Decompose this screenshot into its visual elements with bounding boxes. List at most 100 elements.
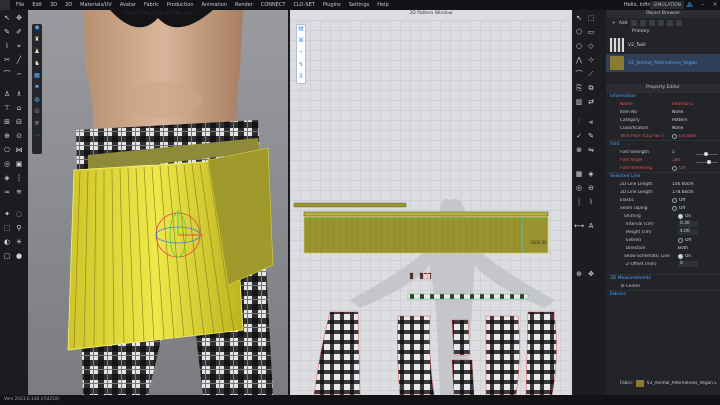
pleat-tool-icon[interactable]: ≋ bbox=[14, 188, 24, 197]
2d-pattern-window[interactable]: 1000.00 2D Pattern Window ▤ ⌘ ⑂ ↯ ⊼ bbox=[290, 10, 572, 395]
render-view-icon[interactable]: ☼ bbox=[32, 120, 42, 132]
menu-edit[interactable]: Edit bbox=[28, 2, 46, 8]
topstitch-tool-icon[interactable]: ┆ bbox=[14, 174, 24, 183]
rectangle-icon[interactable]: ▭ bbox=[586, 28, 596, 37]
buttonhole-icon[interactable]: ⊖ bbox=[586, 184, 596, 193]
snapshot-tool-icon[interactable]: ▢ bbox=[2, 252, 12, 261]
sort-icon[interactable] bbox=[657, 20, 664, 26]
menu-2d[interactable]: 2D bbox=[61, 2, 76, 8]
list-view-icon[interactable] bbox=[666, 20, 673, 26]
prop-classification[interactable]: Classification None bbox=[606, 124, 720, 132]
3d-viewport[interactable]: ColossClass_AddingPleats.zprj ◉ ♜ ♟ ♞ ▦ … bbox=[28, 10, 288, 395]
prop-tech-pack[interactable]: Tech Pack (CLO-SET) Exclude bbox=[606, 132, 720, 140]
edit-sewing-icon[interactable]: ✎ bbox=[586, 132, 596, 141]
add-button[interactable]: Add bbox=[619, 21, 628, 26]
camera-tool-icon[interactable]: ◐ bbox=[2, 238, 12, 247]
menu-help[interactable]: Help bbox=[373, 2, 392, 8]
move-tool-icon[interactable]: ✥ bbox=[14, 14, 24, 23]
measure-2d-icon[interactable]: ⟷ bbox=[574, 222, 584, 231]
prop-interval[interactable]: Interval (cm) 0.30 bbox=[606, 220, 720, 228]
dart-icon[interactable]: ⋀ bbox=[574, 56, 584, 65]
prop-fold-rendering[interactable]: Fold Rendering Off bbox=[606, 164, 720, 172]
prop-item-no[interactable]: Item No None bbox=[606, 108, 720, 116]
fold-strength-slider[interactable] bbox=[696, 152, 718, 156]
graphic-2d-icon[interactable]: ◈ bbox=[586, 170, 596, 179]
menu-settings[interactable]: Settings bbox=[345, 2, 374, 8]
grid-view-icon[interactable] bbox=[675, 20, 682, 26]
notch-icon[interactable]: ⊼ bbox=[297, 73, 305, 85]
prop-fold-angle[interactable]: Fold Angle 180 bbox=[606, 156, 720, 164]
seam-tool-icon[interactable]: ∽ bbox=[14, 70, 24, 79]
toggle-icon[interactable] bbox=[678, 253, 683, 259]
menu-avatar[interactable]: Avatar bbox=[116, 2, 140, 8]
menu-fabric[interactable]: Fabric bbox=[140, 2, 163, 8]
section-fabrics[interactable]: Fabrics bbox=[606, 290, 720, 298]
direction-select[interactable]: Both bbox=[678, 246, 704, 251]
puckering-tool-icon[interactable]: ≈ bbox=[2, 188, 12, 197]
body-view-icon[interactable]: ♞ bbox=[32, 60, 42, 72]
sculpt-tool-icon[interactable]: ✦ bbox=[2, 210, 12, 219]
filter-icon[interactable] bbox=[648, 20, 655, 26]
prop-extend[interactable]: Extend Off bbox=[606, 236, 720, 244]
tape-tool-icon[interactable]: ⊟ bbox=[14, 118, 24, 127]
prop-fabric[interactable]: Fabric V2_Animal_Alternatives_Vegan Le bbox=[606, 378, 720, 388]
section-selected-line[interactable]: Selected Line bbox=[606, 172, 720, 180]
offset-icon[interactable]: ⧉ bbox=[586, 84, 596, 93]
graphic-tool-icon[interactable]: ▣ bbox=[14, 160, 24, 169]
texture-tool-icon[interactable]: ◈ bbox=[2, 174, 12, 183]
hanger-tool-icon[interactable]: ⌂ bbox=[14, 104, 24, 113]
toggle-icon[interactable] bbox=[672, 197, 677, 203]
texture-view-icon[interactable]: ▦ bbox=[32, 72, 42, 84]
sewing-tool-icon[interactable]: ⌒ bbox=[2, 70, 12, 79]
pleat-pattern[interactable] bbox=[303, 211, 549, 254]
zipper-tool-icon[interactable]: ⋈ bbox=[14, 146, 24, 155]
ruler-tool-icon[interactable]: ⊞ bbox=[2, 118, 12, 127]
seam-allowance-icon[interactable]: ▥ bbox=[574, 98, 584, 107]
trim-tool-icon[interactable]: ⎔ bbox=[2, 146, 12, 155]
menu-render[interactable]: Render bbox=[231, 2, 257, 8]
tack-tool-icon[interactable]: ⌖ bbox=[14, 42, 24, 51]
gauge-view-icon[interactable]: ◍ bbox=[32, 96, 42, 108]
add-icon[interactable]: + bbox=[612, 21, 616, 26]
belt-pattern[interactable] bbox=[293, 202, 407, 208]
lasso-tool-icon[interactable]: ◌ bbox=[14, 210, 24, 219]
prop-category[interactable]: Category Pattern bbox=[606, 116, 720, 124]
prop-height[interactable]: Height (cm) 4.00 bbox=[606, 228, 720, 236]
trace-icon[interactable]: ⎘ bbox=[574, 84, 584, 93]
point-tool-icon[interactable]: ⊙ bbox=[14, 132, 24, 141]
prop-z-offset[interactable]: Z-Offset (mm) 0 bbox=[606, 260, 720, 268]
line-tool-icon[interactable]: ╱ bbox=[14, 56, 24, 65]
pin-tool-icon[interactable]: ✎ bbox=[2, 28, 12, 37]
grain-icon[interactable]: ↯ bbox=[297, 61, 305, 73]
toggle-icon[interactable] bbox=[678, 213, 683, 219]
symmetry-icon[interactable]: ⇋ bbox=[586, 146, 596, 155]
free-sewing-icon[interactable]: ⫷ bbox=[586, 118, 596, 127]
point-add-icon[interactable]: ⊹ bbox=[586, 56, 596, 65]
primary-label[interactable]: Primary bbox=[606, 28, 720, 36]
menu-production[interactable]: Production bbox=[163, 2, 198, 8]
prop-to-center[interactable]: To Center bbox=[606, 282, 720, 290]
sewing-view-icon[interactable]: ⌘ bbox=[297, 37, 305, 49]
avatar-view-icon[interactable]: ♟ bbox=[32, 48, 42, 60]
slash-icon[interactable]: ⟋ bbox=[586, 70, 596, 79]
toggle-icon[interactable] bbox=[672, 165, 677, 171]
pose-tool-icon[interactable]: ⚲ bbox=[14, 224, 24, 233]
fold-arrange-icon[interactable]: ⇄ bbox=[586, 98, 596, 107]
record-tool-icon[interactable]: ● bbox=[14, 252, 24, 261]
fold-tool-icon[interactable]: ⌇ bbox=[2, 42, 12, 51]
fabric-select[interactable]: V2_Animal_Alternatives_Vegan Le bbox=[647, 381, 717, 386]
menu-closet[interactable]: CLO-SET bbox=[289, 2, 318, 8]
pan-icon[interactable]: ✥ bbox=[586, 270, 596, 279]
menu-connect[interactable]: CONNECT bbox=[257, 2, 290, 8]
prop-show-schematic[interactable]: Show Schematic Line On bbox=[606, 252, 720, 260]
menu-file[interactable]: File bbox=[12, 2, 28, 8]
polygon-icon[interactable]: ⬠ bbox=[574, 28, 584, 37]
texture-2d-icon[interactable]: ▦ bbox=[574, 170, 584, 179]
minimize-icon[interactable]: – bbox=[698, 0, 708, 10]
menu-materials[interactable]: Materials/UV bbox=[76, 2, 116, 8]
interval-input[interactable]: 0.30 bbox=[678, 221, 698, 227]
shirt-view-icon[interactable]: ♜ bbox=[32, 36, 42, 48]
internal-polygon-icon[interactable]: ◇ bbox=[586, 42, 596, 51]
close-icon[interactable]: × bbox=[710, 0, 720, 10]
fold-angle-slider[interactable] bbox=[696, 160, 718, 164]
